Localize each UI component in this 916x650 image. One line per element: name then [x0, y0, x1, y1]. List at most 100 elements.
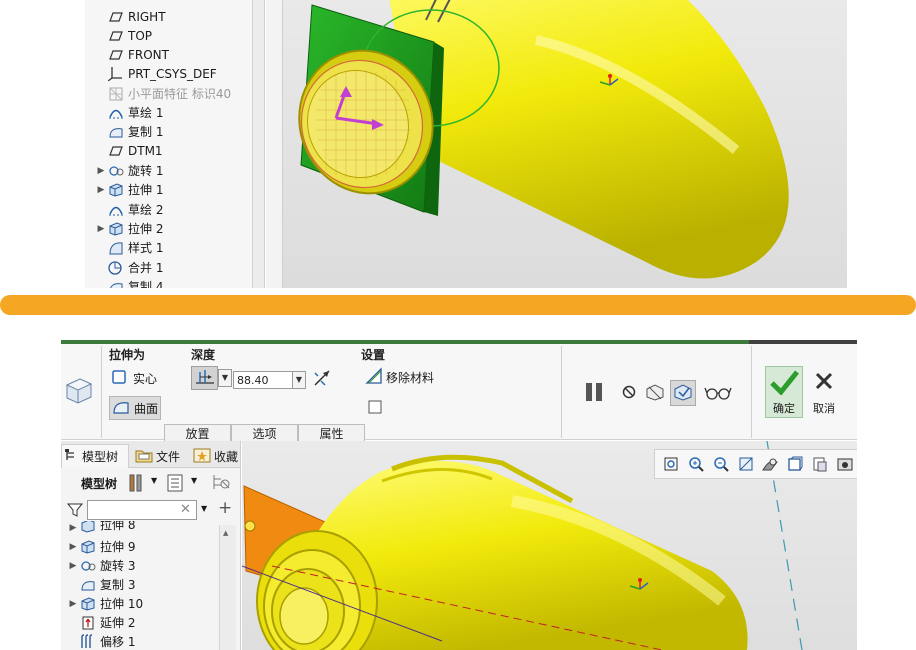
revolve-icon: [107, 163, 124, 178]
tree-item-extrude-8[interactable]: ▶ 拉伸 8: [67, 521, 135, 533]
tree-item-dtm1[interactable]: DTM1: [95, 141, 163, 160]
depth-value-input[interactable]: [233, 371, 293, 389]
tree-title: 模型树: [81, 477, 118, 491]
blind-depth-icon: [194, 368, 216, 389]
cancel-button[interactable]: 取消: [807, 368, 841, 418]
tree-item-top[interactable]: TOP: [95, 26, 152, 45]
pause-button[interactable]: [581, 380, 607, 406]
top-tree-scrollbar[interactable]: [252, 0, 264, 288]
depth-type-button[interactable]: [191, 366, 218, 390]
extrude-icon: [79, 539, 96, 554]
add-icon[interactable]: +: [218, 498, 232, 518]
expand-arrow-icon[interactable]: ▶: [95, 224, 107, 234]
no-preview-button[interactable]: [620, 384, 638, 402]
tree-item-sketch-1[interactable]: 草绘 1: [95, 103, 163, 122]
view-toolbar: [654, 449, 857, 479]
expand-arrow-icon[interactable]: ▶: [67, 523, 79, 533]
zoom-out-icon[interactable]: [709, 452, 734, 476]
expand-arrow-icon[interactable]: ▶: [67, 542, 79, 552]
tree-panel-tabs: 模型树 文件 收藏: [61, 441, 240, 468]
preview-glasses-button[interactable]: [703, 382, 733, 404]
verify-preview-icon: [673, 383, 693, 404]
tree-item-sketch-2[interactable]: 草绘 2: [95, 200, 163, 219]
copy-icon: [107, 279, 124, 288]
scroll-up-icon[interactable]: ▲: [223, 529, 228, 537]
thicken-checkbox[interactable]: [367, 399, 383, 415]
remove-material-button[interactable]: 移除材料: [365, 366, 434, 388]
tree-item-facet-feature[interactable]: 小平面特征 标识40: [95, 84, 231, 103]
top-screenshot: RIGHT TOP FRONT PRT_CSYS_DEF 小平面特征 标识40 …: [85, 0, 847, 288]
tree-item-extrude-2[interactable]: ▶ 拉伸 2: [95, 219, 164, 238]
refit-icon[interactable]: [659, 452, 684, 476]
filter-tree-button[interactable]: [211, 473, 233, 496]
chevron-down-icon[interactable]: ▼: [201, 504, 207, 513]
tree-item-label: 旋转 3: [100, 559, 136, 573]
surface-label: 曲面: [133, 401, 158, 416]
expand-arrow-icon[interactable]: ▶: [67, 561, 79, 571]
attached-preview-button[interactable]: [644, 382, 666, 404]
tab-favorites[interactable]: 收藏: [191, 444, 240, 468]
tree-item-label: 拉伸 1: [128, 183, 164, 197]
ok-button[interactable]: 确定: [765, 366, 803, 418]
tree-item-label: 旋转 1: [128, 164, 164, 178]
tree-item-merge-1[interactable]: 合并 1: [95, 258, 163, 277]
tree-item-label: DTM1: [128, 143, 163, 158]
tree-item-extrude-1[interactable]: ▶ 拉伸 1: [95, 180, 164, 199]
chevron-down-icon[interactable]: ▼: [191, 476, 197, 485]
tree-item-label: 复制 4: [128, 280, 164, 288]
zoom-in-icon[interactable]: [684, 452, 709, 476]
extrude-icon: [79, 521, 96, 533]
bottom-graphics-viewport[interactable]: [242, 441, 857, 650]
render-style-icon[interactable]: [758, 452, 783, 476]
style-icon: [107, 240, 124, 255]
expand-arrow-icon[interactable]: ▶: [67, 599, 79, 609]
view-manager-icon[interactable]: [832, 452, 857, 476]
surface-option[interactable]: 曲面: [109, 396, 161, 420]
tree-item-style-1[interactable]: 样式 1: [95, 238, 163, 257]
saved-views-icon[interactable]: [808, 452, 833, 476]
tree-item-extrude-9[interactable]: ▶ 拉伸 9: [67, 537, 136, 556]
expand-arrow-icon[interactable]: ▶: [95, 185, 107, 195]
expand-arrow-icon[interactable]: ▶: [95, 166, 107, 176]
tree-item-copy-1[interactable]: 复制 1: [95, 122, 163, 141]
tab-model-tree[interactable]: 模型树: [61, 444, 129, 468]
extrude-dashboard: 拉伸为 实心 曲面 深度 ▼ ▼ 设置 移除材料 放置 选项: [61, 344, 857, 443]
tree-scrollbar[interactable]: ▲: [219, 525, 236, 650]
tree-item-label: 偏移 1: [100, 635, 136, 649]
tree-item-label: 复制 3: [100, 578, 136, 592]
flip-direction-icon: [312, 368, 332, 391]
depth-type-dropdown[interactable]: ▼: [218, 369, 232, 387]
chevron-down-icon[interactable]: ▼: [151, 476, 157, 485]
tools-icon: [127, 474, 145, 496]
tab-label: 文件: [156, 449, 181, 464]
display-style-icon[interactable]: [783, 452, 808, 476]
tree-item-revolve-3[interactable]: ▶ 旋转 3: [67, 556, 136, 575]
facet-feature-icon: [107, 86, 124, 101]
verify-preview-button[interactable]: [670, 380, 696, 406]
top-graphics-viewport[interactable]: [266, 0, 847, 288]
tree-parent-row[interactable]: [85, 0, 215, 1]
list-icon: [167, 474, 183, 495]
show-button[interactable]: [167, 474, 183, 495]
tree-item-extrude-10[interactable]: ▶ 拉伸 10: [67, 594, 144, 613]
tree-settings-button[interactable]: [127, 473, 145, 496]
depth-value-dropdown[interactable]: ▼: [292, 371, 306, 389]
tree-item-revolve-1[interactable]: ▶ 旋转 1: [95, 161, 164, 180]
tree-item-label: RIGHT: [128, 9, 166, 24]
tree-item-copy-3[interactable]: 复制 3: [67, 575, 135, 594]
pause-icon: [583, 381, 605, 406]
extrude-icon: [107, 221, 124, 236]
flip-direction-button[interactable]: [311, 368, 333, 390]
extrude-feature-icon: [63, 374, 95, 406]
tree-item-front[interactable]: FRONT: [95, 45, 169, 64]
clear-search-icon[interactable]: ✕: [180, 502, 191, 517]
tree-item-copy-4[interactable]: 复制 4: [95, 277, 163, 288]
tree-item-extend-2[interactable]: 延伸 2: [67, 613, 135, 632]
tab-files[interactable]: 文件: [133, 444, 187, 468]
tree-item-csys[interactable]: PRT_CSYS_DEF: [95, 64, 217, 83]
tree-item-right[interactable]: RIGHT: [95, 7, 166, 26]
solid-option[interactable]: 实心: [111, 368, 157, 388]
offset-icon: [79, 634, 96, 649]
repaint-icon[interactable]: [733, 452, 758, 476]
tree-item-offset-1[interactable]: 偏移 1: [67, 632, 135, 650]
